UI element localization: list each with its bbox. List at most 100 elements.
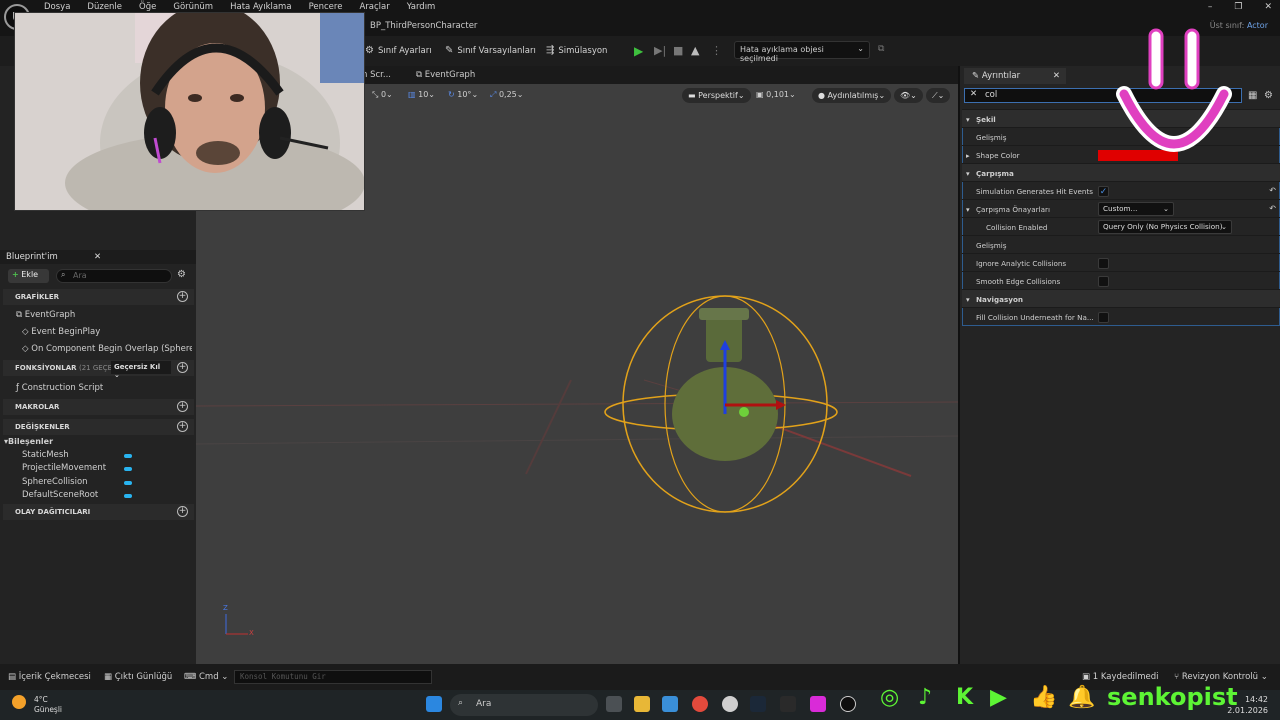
more-options-icon[interactable]: ⋮ (711, 44, 722, 57)
rotation-snap-button[interactable]: ⤡ 0⌄ (372, 90, 393, 100)
ignore-analytic-checkbox[interactable] (1098, 258, 1109, 269)
class-defaults-button[interactable]: ✎ Sınıf Varsayılanları (445, 45, 536, 56)
section-macros[interactable]: MAKROLAR + (3, 399, 194, 415)
tab-construction-script[interactable]: n Scr... (362, 70, 391, 80)
output-log-button[interactable]: ▦ Çıktı Günlüğü (104, 672, 172, 682)
blueprint-search-input[interactable]: ⌕ Ara (56, 269, 172, 283)
row-label: Fill Collision Underneath for Na... (976, 313, 1094, 322)
add-variable-icon[interactable]: + (177, 421, 188, 432)
add-graph-icon[interactable]: + (177, 291, 188, 302)
section-variables[interactable]: DEĞİŞKENLER + (3, 419, 194, 435)
weather-widget[interactable]: 4°C Güneşli (12, 695, 62, 715)
unreal-engine-icon[interactable] (840, 696, 856, 712)
tree-item-overlap[interactable]: ◇ On Component Begin Overlap (SphereCol (22, 344, 192, 354)
row-collision-presets[interactable]: ▾ Çarpışma Önayarları Custom... ⌄ ↶ (962, 199, 1280, 217)
reset-icon[interactable]: ↶ (1269, 186, 1276, 195)
scale-snap-button[interactable]: ⤢ 0,25⌄ (490, 90, 523, 100)
chrome-icon[interactable] (692, 696, 708, 712)
section-functions[interactable]: FONKSİYONLAR (21 GEÇERS Geçersiz Kıl ⌄ + (3, 360, 194, 379)
play-icon[interactable]: ▶ (634, 44, 643, 58)
gear-icon[interactable]: ⚙ (177, 269, 186, 280)
components-group[interactable]: ▾Bileşenler (4, 437, 53, 446)
brand-name: senkopist (1107, 683, 1238, 711)
row-ignore-analytic[interactable]: Ignore Analytic Collisions (962, 253, 1280, 271)
tab-event-graph[interactable]: ⧉ EventGraph (416, 70, 475, 80)
add-dispatcher-icon[interactable]: + (177, 506, 188, 517)
angle-snap-button[interactable]: ↻ 10°⌄ (448, 90, 478, 99)
tree-item-label: Event BeginPlay (31, 327, 101, 337)
perspective-dropdown[interactable]: ▬ Perspektif⌄ (682, 88, 751, 103)
app-pink-icon[interactable] (810, 696, 826, 712)
tree-item-beginplay[interactable]: ◇ Event BeginPlay (22, 327, 100, 337)
simulation-label: Simülasyon (558, 45, 608, 56)
grid-snap-button[interactable]: ▥ 10⌄ (408, 90, 435, 99)
epic-games-icon[interactable] (780, 696, 796, 712)
lit-mode-dropdown[interactable]: ● Aydınlatılmış⌄ (812, 88, 892, 103)
class-settings-button[interactable]: ⚙ Sınıf Ayarları (365, 45, 432, 56)
minimize-icon[interactable]: – (1208, 2, 1213, 12)
add-button[interactable]: + Ekle (8, 269, 49, 283)
debug-filter-icon[interactable]: ⧉ (878, 44, 884, 54)
table-view-icon[interactable]: ▦ (1248, 90, 1257, 101)
reset-icon[interactable]: ↶ (1269, 204, 1276, 213)
axis-z-label: Z (223, 604, 228, 612)
component-spherecollision[interactable]: SphereCollision (22, 477, 88, 487)
row-smooth-edge[interactable]: Smooth Edge Collisions (962, 271, 1280, 289)
perspective-label: Perspektif (698, 91, 738, 100)
github-icon[interactable] (722, 696, 738, 712)
category-collision[interactable]: ▾ Çarpışma (962, 163, 1280, 181)
debug-object-select[interactable]: Hata ayıklama objesi seçilmedi ⌄ (734, 41, 870, 63)
row-sim-hit-events[interactable]: Simulation Generates Hit Events ✓ ↶ (962, 181, 1280, 199)
tree-item-construction-script[interactable]: ƒ Construction Script (16, 383, 103, 393)
parent-class-link[interactable]: Actor (1247, 21, 1268, 30)
maximize-icon[interactable]: ❐ (1234, 2, 1242, 12)
component-defaultsceneroot[interactable]: DefaultSceneRoot (22, 490, 98, 500)
close-window-icon[interactable]: ✕ (1264, 2, 1272, 12)
gear-icon[interactable]: ⚙ (1264, 90, 1273, 101)
section-variables-label: DEĞİŞKENLER (15, 423, 70, 431)
file-explorer-icon[interactable] (634, 696, 650, 712)
row-fill-collision[interactable]: Fill Collision Underneath for Na... (962, 307, 1280, 325)
headset-ear-left (144, 107, 176, 159)
step-icon[interactable]: ▶| (654, 44, 666, 57)
my-blueprint-tab[interactable]: Blueprint'im ✕ (0, 250, 196, 264)
tree-item-eventgraph[interactable]: ⧉ EventGraph (16, 310, 75, 320)
section-dispatchers[interactable]: OLAY DAĞITICILARI + (3, 504, 194, 520)
close-tab-icon[interactable]: ✕ (1053, 71, 1060, 81)
content-drawer-button[interactable]: ▤ İçerik Çekmecesi (8, 672, 91, 682)
collision-presets-dropdown[interactable]: Custom... ⌄ (1098, 202, 1174, 216)
details-tab[interactable]: ✎ Ayrıntılar ✕ (964, 68, 1066, 84)
eject-icon[interactable]: ▲ (691, 44, 699, 57)
section-graphs[interactable]: GRAFİKLER + (3, 289, 194, 305)
store-icon[interactable] (662, 696, 678, 712)
viewport-options-button[interactable]: ⟋⌄ (926, 88, 951, 103)
unsaved-button[interactable]: ▣ 1 Kaydedilmedi (1082, 672, 1159, 682)
taskbar-search[interactable]: ⌕ Ara (450, 694, 598, 716)
row-collision-enabled[interactable]: Collision Enabled Query Only (No Physics… (962, 217, 1280, 235)
override-dropdown[interactable]: Geçersiz Kıl ⌄ (111, 361, 171, 379)
component-staticmesh[interactable]: StaticMesh (22, 450, 69, 460)
add-function-icon[interactable]: + (177, 362, 188, 373)
smooth-edge-checkbox[interactable] (1098, 276, 1109, 287)
asset-tab[interactable]: BP_ThirdPersonCharacter (370, 21, 477, 31)
revision-control-button[interactable]: ⑂ Revizyon Kontrolü ⌄ (1174, 672, 1268, 682)
windows-start-icon[interactable] (426, 696, 442, 712)
close-tab-icon[interactable]: ✕ (94, 252, 101, 262)
camera-speed-button[interactable]: ▣ 0,101⌄ (756, 90, 796, 99)
simulation-button[interactable]: ⇶ Simülasyon (546, 45, 607, 56)
collision-enabled-dropdown[interactable]: Query Only (No Physics Collision) ⌄ (1098, 220, 1232, 234)
add-macro-icon[interactable]: + (177, 401, 188, 412)
fill-collision-checkbox[interactable] (1098, 312, 1109, 323)
category-navigation[interactable]: ▾ Navigasyon (962, 289, 1280, 307)
sim-hit-checkbox[interactable]: ✓ (1098, 186, 1109, 197)
task-view-icon[interactable] (606, 696, 622, 712)
cmd-dropdown[interactable]: ⌨ Cmd ⌄ (184, 672, 228, 682)
stop-icon[interactable]: ■ (673, 44, 683, 57)
component-projectilemovement[interactable]: ProjectileMovement (22, 463, 106, 473)
menu-help[interactable]: Yardım (407, 2, 436, 14)
clear-search-icon[interactable]: ✕ (970, 89, 977, 99)
steam-icon[interactable] (750, 696, 766, 712)
show-flags-button[interactable]: 👁⌄ (894, 88, 923, 103)
console-input[interactable]: Konsol Komutunu Gir (234, 670, 432, 684)
row-advanced[interactable]: Gelişmiş (962, 235, 1280, 253)
